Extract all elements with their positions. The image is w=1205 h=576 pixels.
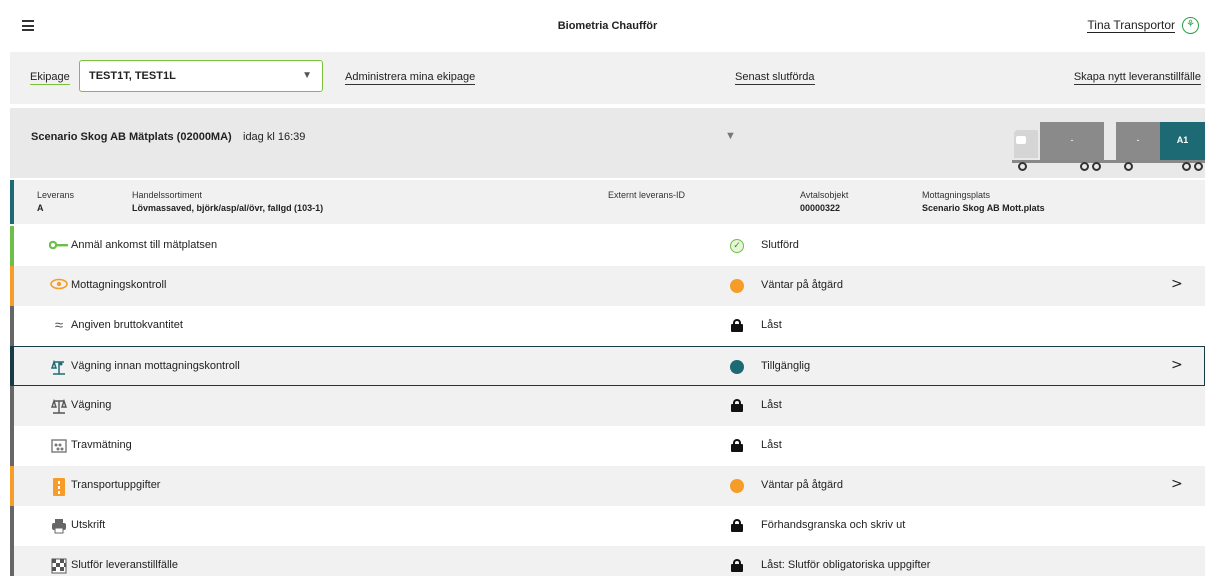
- task-row-vagning-innan[interactable]: Vägning innan mottagningskontroll Tillgä…: [10, 346, 1205, 386]
- task-row-anmal-ankomst[interactable]: Anmäl ankomst till mätplatsen ✓ Slutförd: [10, 226, 1205, 266]
- sortiment-label: Handelssortiment: [132, 190, 203, 200]
- lock-icon: [730, 519, 744, 533]
- task-label: Mottagningskontroll: [71, 279, 167, 291]
- chevron-right-icon[interactable]: >: [1171, 276, 1183, 292]
- task-status: Slutförd: [761, 239, 799, 251]
- ekipage-selected-value: TEST1T, TEST1L: [89, 70, 176, 82]
- checkered-flag-icon: [48, 558, 70, 574]
- receiving-place-value: Scenario Skog AB Mott.plats: [922, 203, 1045, 213]
- lock-icon: [730, 319, 744, 333]
- receiving-place-label: Mottagningsplats: [922, 190, 991, 200]
- truck-chassis: [1012, 160, 1205, 163]
- chevron-right-icon[interactable]: >: [1171, 357, 1183, 373]
- external-id-label: Externt leverans-ID: [608, 190, 686, 200]
- load-box-2[interactable]: -: [1116, 122, 1160, 160]
- task-label: Vägning: [71, 399, 112, 411]
- leverans-field: Leverans A: [37, 190, 74, 213]
- contract-field: Avtalsobjekt 00000322: [800, 190, 848, 213]
- app-title: Biometria Chaufför: [557, 20, 658, 32]
- eye-icon: [48, 278, 70, 294]
- task-row-bruttokvantitet[interactable]: ≈ Angiven bruttokvantitet Låst: [10, 306, 1205, 346]
- task-label: Vägning innan mottagningskontroll: [71, 360, 240, 372]
- orange-dot-icon: [730, 479, 744, 493]
- task-status: Tillgänglig: [761, 360, 811, 372]
- create-delivery-link[interactable]: Skapa nytt leveranstillfälle: [1073, 71, 1201, 85]
- ekipage-select[interactable]: TEST1T, TEST1L ▼: [79, 60, 323, 92]
- task-label: Slutför leveranstillfälle: [71, 559, 178, 571]
- recent-completed-link[interactable]: Senast slutförda: [735, 71, 815, 85]
- delivery-time: idag kl 16:39: [243, 131, 306, 143]
- user-menu-link[interactable]: Tina Transportor: [1087, 19, 1175, 33]
- task-status: Låst: [761, 399, 782, 411]
- task-label: Angiven bruttokvantitet: [71, 319, 183, 331]
- task-status: Väntar på åtgärd: [761, 479, 843, 491]
- log-pile-icon: [48, 438, 70, 454]
- document-icon: [48, 478, 70, 496]
- truck-window: [1016, 136, 1026, 144]
- leverans-label: Leverans: [37, 190, 75, 200]
- wheel-icon: [1080, 162, 1089, 171]
- load-box-1[interactable]: -: [1040, 122, 1104, 160]
- wheel-icon: [1194, 162, 1203, 171]
- ekipage-bar: Ekipage TEST1T, TEST1L ▼ Administrera mi…: [10, 52, 1205, 104]
- scale-icon: [48, 359, 70, 375]
- task-status: Låst: Slutför obligatoriska uppgifter: [761, 559, 931, 571]
- task-row-vagning[interactable]: Vägning Låst: [10, 386, 1205, 426]
- admin-ekipage-link[interactable]: Administrera mina ekipage: [345, 71, 476, 85]
- task-status: Låst: [761, 319, 782, 331]
- lock-icon: [730, 439, 744, 453]
- leverans-value: A: [37, 203, 44, 213]
- scale-icon: [48, 398, 70, 414]
- collapse-toggle-icon[interactable]: ▼: [725, 130, 736, 142]
- task-row-travmatning[interactable]: Travmätning Låst: [10, 426, 1205, 466]
- task-label: Utskrift: [71, 519, 106, 531]
- contract-label: Avtalsobjekt: [800, 190, 849, 200]
- sortiment-field: Handelssortiment Lövmassaved, björk/asp/…: [132, 190, 323, 213]
- task-label: Transportuppgifter: [71, 479, 161, 491]
- check-icon: ✓: [730, 239, 744, 253]
- delivery-header: Scenario Skog AB Mätplats (02000MA) idag…: [10, 108, 1205, 178]
- delivery-details: Leverans A Handelssortiment Lövmassaved,…: [10, 180, 1205, 224]
- task-status: Väntar på åtgärd: [761, 279, 843, 291]
- key-icon: [48, 238, 70, 254]
- sortiment-value: Lövmassaved, björk/asp/al/övr, fallgd (1…: [132, 203, 324, 213]
- tree-logo-icon: ⚘: [1182, 17, 1199, 34]
- task-status: Förhandsgranska och skriv ut: [761, 519, 906, 531]
- app-frame: Biometria Chaufför Tina Transportor ⚘ Ek…: [10, 0, 1205, 576]
- receiving-place-field: Mottagningsplats Scenario Skog AB Mott.p…: [922, 190, 1045, 213]
- wheel-icon: [1092, 162, 1101, 171]
- task-label: Travmätning: [71, 439, 132, 451]
- task-label: Anmäl ankomst till mätplatsen: [71, 239, 218, 251]
- task-status: Låst: [761, 439, 782, 451]
- lock-icon: [730, 399, 744, 413]
- approx-icon: ≈: [54, 317, 64, 334]
- truck-cab: [1014, 130, 1038, 158]
- task-row-slutfor[interactable]: Slutför leveranstillfälle Låst: Slutför …: [10, 546, 1205, 576]
- teal-dot-icon: [730, 360, 744, 374]
- truck-illustration: - - A1: [1010, 120, 1205, 176]
- wheel-icon: [1018, 162, 1027, 171]
- task-row-transportuppgifter[interactable]: Transportuppgifter Väntar på åtgärd >: [10, 466, 1205, 506]
- chevron-right-icon[interactable]: >: [1171, 476, 1183, 492]
- orange-dot-icon: [730, 279, 744, 293]
- wheel-icon: [1124, 162, 1133, 171]
- contract-value: 00000322: [800, 203, 841, 213]
- wheel-icon: [1182, 162, 1191, 171]
- external-id-field: Externt leverans-ID: [608, 190, 685, 203]
- task-list: Anmäl ankomst till mätplatsen ✓ Slutförd…: [10, 226, 1205, 576]
- top-bar: Biometria Chaufför Tina Transportor ⚘: [10, 0, 1205, 52]
- ekipage-label[interactable]: Ekipage: [30, 71, 70, 85]
- load-box-3[interactable]: A1: [1160, 122, 1205, 160]
- measurement-place: Scenario Skog AB Mätplats (02000MA): [31, 131, 232, 143]
- lock-icon: [730, 559, 744, 573]
- printer-icon: [48, 518, 70, 534]
- task-row-mottagningskontroll[interactable]: Mottagningskontroll Väntar på åtgärd >: [10, 266, 1205, 306]
- dropdown-arrow-icon: ▼: [302, 70, 312, 81]
- task-row-utskrift[interactable]: Utskrift Förhandsgranska och skriv ut: [10, 506, 1205, 546]
